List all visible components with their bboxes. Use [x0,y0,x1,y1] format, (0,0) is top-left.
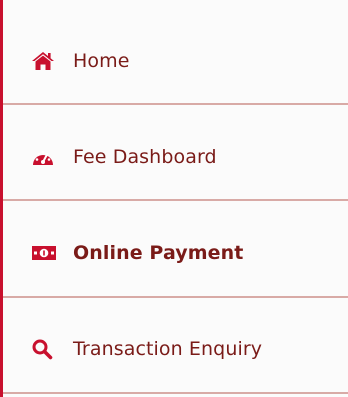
sidebar-item-fee-dashboard[interactable]: Fee Dashboard [3,108,348,205]
sidebar-menu: Home Fee Dashboard Online Payment Transa… [0,0,348,397]
menu-divider [3,103,348,105]
sidebar-item-label: Transaction Enquiry [73,337,263,360]
home-icon [31,50,61,72]
tachometer-icon [31,146,61,168]
search-icon [31,338,61,360]
menu-divider [3,296,348,298]
sidebar-item-transaction-enquiry[interactable]: Transaction Enquiry [3,300,348,397]
sidebar-item-home[interactable]: Home [3,12,348,109]
menu-divider [3,392,348,394]
sidebar-item-label: Online Payment [73,241,244,264]
sidebar-item-label: Fee Dashboard [73,145,217,168]
sidebar-item-online-payment[interactable]: Online Payment [3,204,348,301]
menu-divider [3,199,348,201]
money-bill-icon [31,242,61,264]
sidebar-item-label: Home [73,49,130,72]
